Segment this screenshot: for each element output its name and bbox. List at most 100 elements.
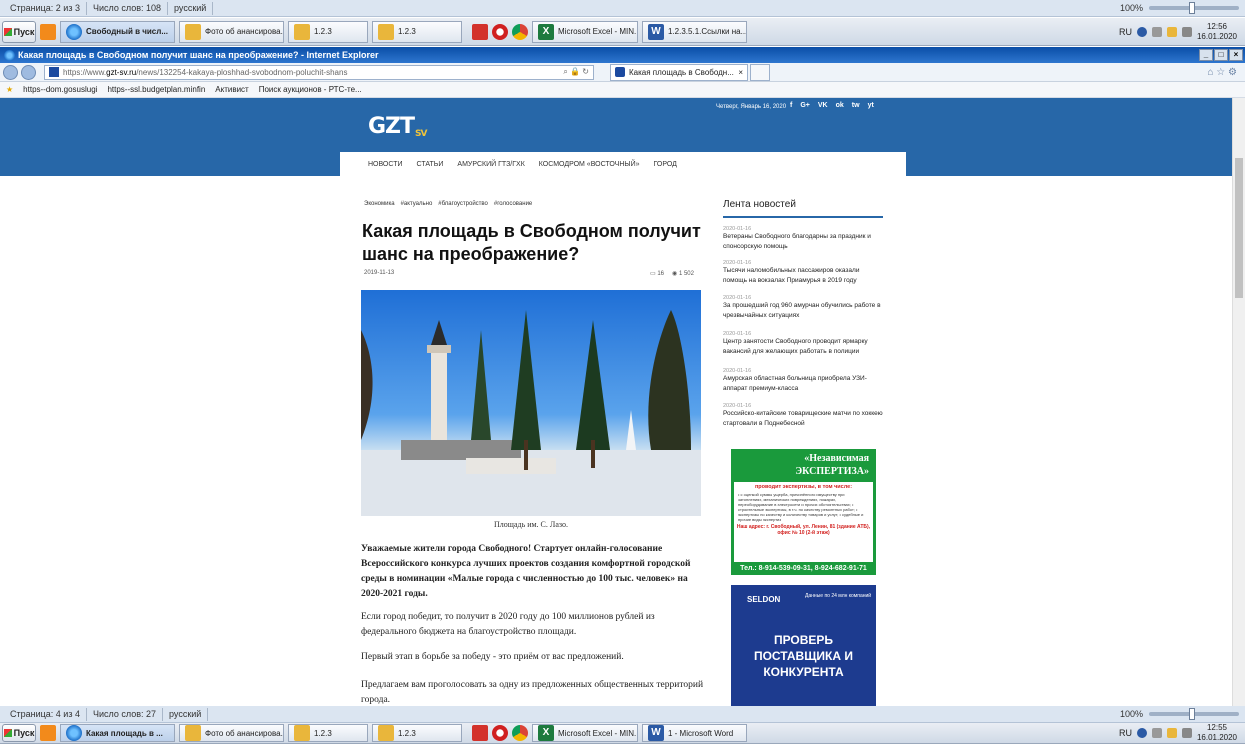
- news-item[interactable]: 2020-01-16 Российско-китайские товарищеск…: [723, 403, 883, 429]
- comments-count[interactable]: ▭ 16: [650, 270, 664, 277]
- taskbar-item-ie[interactable]: Свободный в числ...: [60, 20, 175, 43]
- taskbar-item-excel[interactable]: X Microsoft Excel - MIN...: [532, 724, 638, 742]
- news-item[interactable]: 2020-01-16 Ветераны Свободного благодарны…: [723, 226, 883, 252]
- facebook-icon[interactable]: f: [790, 102, 792, 109]
- tag-link[interactable]: #актуально: [401, 201, 433, 207]
- pdf-icon[interactable]: [472, 725, 488, 741]
- tag-link[interactable]: #благоустройство: [438, 201, 488, 207]
- twitter-icon[interactable]: tw: [852, 102, 860, 109]
- views-count: ◉ 1 502: [672, 271, 694, 277]
- ie-icon: [4, 49, 15, 61]
- home-star-gear-icons[interactable]: ⌂ ☆ ⚙: [1207, 67, 1245, 78]
- forward-button[interactable]: [21, 64, 36, 80]
- favorite-item[interactable]: https--dom.gosuslugi: [23, 85, 97, 94]
- zoom-slider[interactable]: [1149, 708, 1239, 720]
- language[interactable]: русский: [168, 1, 214, 15]
- clock[interactable]: 12:55 16.01.2020: [1197, 723, 1237, 743]
- news-item[interactable]: 2020-01-16 Амурская областная больница пр…: [723, 368, 883, 394]
- favorite-item[interactable]: Активист: [215, 85, 248, 94]
- start-button[interactable]: Пуск: [2, 20, 36, 43]
- article-meta: ▭ 16 ◉ 1 502: [650, 270, 694, 277]
- zoom-slider[interactable]: [1149, 2, 1239, 14]
- taskbar-item-folder[interactable]: 1.2.3: [288, 20, 368, 43]
- vk-icon[interactable]: VK: [818, 102, 828, 109]
- search-icon[interactable]: ⌕ 🔒 ↻: [563, 67, 593, 77]
- article-tags: Экономика #актуально #благоустройство #г…: [364, 201, 532, 207]
- taskbar-item-folder[interactable]: Фото об анансирова...: [179, 20, 284, 43]
- address-bar[interactable]: https://www. gzt-sv.ru/news/132254-kakaya…: [44, 64, 594, 80]
- browser-toolbar: https://www. gzt-sv.ru/news/132254-kakaya…: [0, 63, 1245, 82]
- tray-icon[interactable]: [1166, 26, 1177, 37]
- favorite-item[interactable]: Поиск аукционов - РТС-те...: [259, 85, 362, 94]
- menu-item-city[interactable]: ГОРОД: [654, 161, 677, 168]
- taskbar-item-word[interactable]: W1 - Microsoft Word: [642, 724, 747, 742]
- start-button[interactable]: Пуск: [2, 724, 36, 742]
- taskbar-item-folder[interactable]: 1.2.3: [372, 20, 462, 43]
- word-count[interactable]: Число слов: 108: [87, 1, 169, 15]
- ad-phone: Тел.: 8-914-539-09-31, 8-924-682-91-71: [731, 562, 876, 575]
- google-plus-icon[interactable]: G+: [800, 102, 810, 109]
- volume-icon[interactable]: [1181, 26, 1192, 37]
- help-icon[interactable]: [1136, 728, 1147, 738]
- menu-item-cosmodrome[interactable]: КОСМОДРОМ «ВОСТОЧНЫЙ»: [539, 161, 640, 168]
- pdf-icon[interactable]: [472, 23, 488, 40]
- browser-tab[interactable]: Какая площадь в Свободн... ×: [610, 63, 748, 81]
- article-paragraph: Если город победит, то получит в 2020 го…: [361, 612, 655, 637]
- tab-label: Какая площадь в Свободн...: [629, 67, 734, 77]
- news-item[interactable]: 2020-01-16 За прошедший год 960 амурчан о…: [723, 295, 883, 321]
- minimize-button[interactable]: _: [1199, 49, 1213, 61]
- menu-item-news[interactable]: НОВОСТИ: [368, 161, 403, 168]
- taskbar-item-folder[interactable]: Фото об анансирова...: [179, 724, 284, 742]
- taskbar-item-word[interactable]: W 1.2.3.5.1.Ссылки на...: [642, 20, 747, 43]
- chrome-icon[interactable]: [512, 725, 528, 741]
- taskbar-item-folder[interactable]: 1.2.3: [372, 724, 462, 742]
- close-tab-icon[interactable]: ×: [738, 68, 743, 77]
- taskbar-item-folder[interactable]: 1.2.3: [288, 724, 368, 742]
- article-title: Какая площадь в Свободном получит шанс н…: [362, 221, 701, 264]
- opera-icon[interactable]: [492, 725, 508, 741]
- media-player-icon[interactable]: [40, 725, 56, 741]
- zoom-value[interactable]: 100%: [1120, 3, 1143, 13]
- favorite-item[interactable]: https--ssl.budgetplan.minfin: [107, 85, 205, 94]
- tag-link[interactable]: #голосование: [494, 201, 532, 207]
- clock[interactable]: 12:56 16.01.2020: [1197, 22, 1237, 42]
- tray-icon[interactable]: [1166, 728, 1177, 738]
- network-icon[interactable]: [1151, 728, 1162, 738]
- media-player-icon[interactable]: [40, 23, 56, 40]
- network-icon[interactable]: [1151, 26, 1162, 37]
- back-button[interactable]: [3, 64, 18, 80]
- word-count[interactable]: Число слов: 27: [87, 707, 164, 721]
- menu-item-amur[interactable]: АМУРСКИЙ ГТЗ/ГХК: [457, 161, 524, 168]
- page-scrollbar[interactable]: [1232, 98, 1245, 706]
- opera-icon[interactable]: [492, 23, 508, 40]
- new-tab-button[interactable]: [750, 63, 770, 81]
- site-logo[interactable]: GZTSV: [368, 114, 428, 139]
- ad-seldon[interactable]: SELDON Данные по 24 млн компаний ПРОВЕРЬ…: [731, 585, 876, 706]
- help-icon[interactable]: [1136, 26, 1147, 37]
- taskbar-bottom: Пуск Какая площадь в ... Фото об анансир…: [0, 723, 1245, 744]
- news-item[interactable]: 2020-01-16 Тысячи наломобильных пассажиро…: [723, 260, 883, 286]
- folder-icon: [185, 23, 201, 40]
- language[interactable]: русский: [163, 707, 209, 721]
- taskbar-item-ie[interactable]: Какая площадь в ...: [60, 724, 175, 742]
- chrome-icon[interactable]: [512, 23, 528, 40]
- favorites-star-icon[interactable]: ★: [6, 85, 13, 94]
- language-indicator[interactable]: RU: [1119, 27, 1132, 37]
- article-lead: Уважаемые жители города Свободного! Стар…: [361, 544, 691, 599]
- menu-item-articles[interactable]: СТАТЬИ: [417, 161, 444, 168]
- close-button[interactable]: ×: [1229, 49, 1243, 61]
- news-item[interactable]: 2020-01-16 Центр занятости Свободного про…: [723, 331, 883, 357]
- volume-icon[interactable]: [1181, 728, 1192, 738]
- zoom-value[interactable]: 100%: [1120, 709, 1143, 719]
- youtube-icon[interactable]: yt: [868, 102, 874, 109]
- taskbar-item-excel[interactable]: X Microsoft Excel - MIN...: [532, 20, 638, 43]
- window-title: Какая площадь в Свободном получит шанс н…: [18, 50, 379, 60]
- restore-button[interactable]: □: [1214, 49, 1228, 61]
- tag-link[interactable]: Экономика: [364, 201, 395, 207]
- folder-icon: [378, 23, 394, 40]
- excel-icon: X: [538, 23, 554, 40]
- language-indicator[interactable]: RU: [1119, 728, 1132, 738]
- article-photo[interactable]: [361, 290, 701, 516]
- ad-expertiza[interactable]: «Независимая ЭКСПЕРТИЗА» проводит эксперт…: [731, 449, 876, 575]
- odnoklassniki-icon[interactable]: ok: [836, 102, 844, 109]
